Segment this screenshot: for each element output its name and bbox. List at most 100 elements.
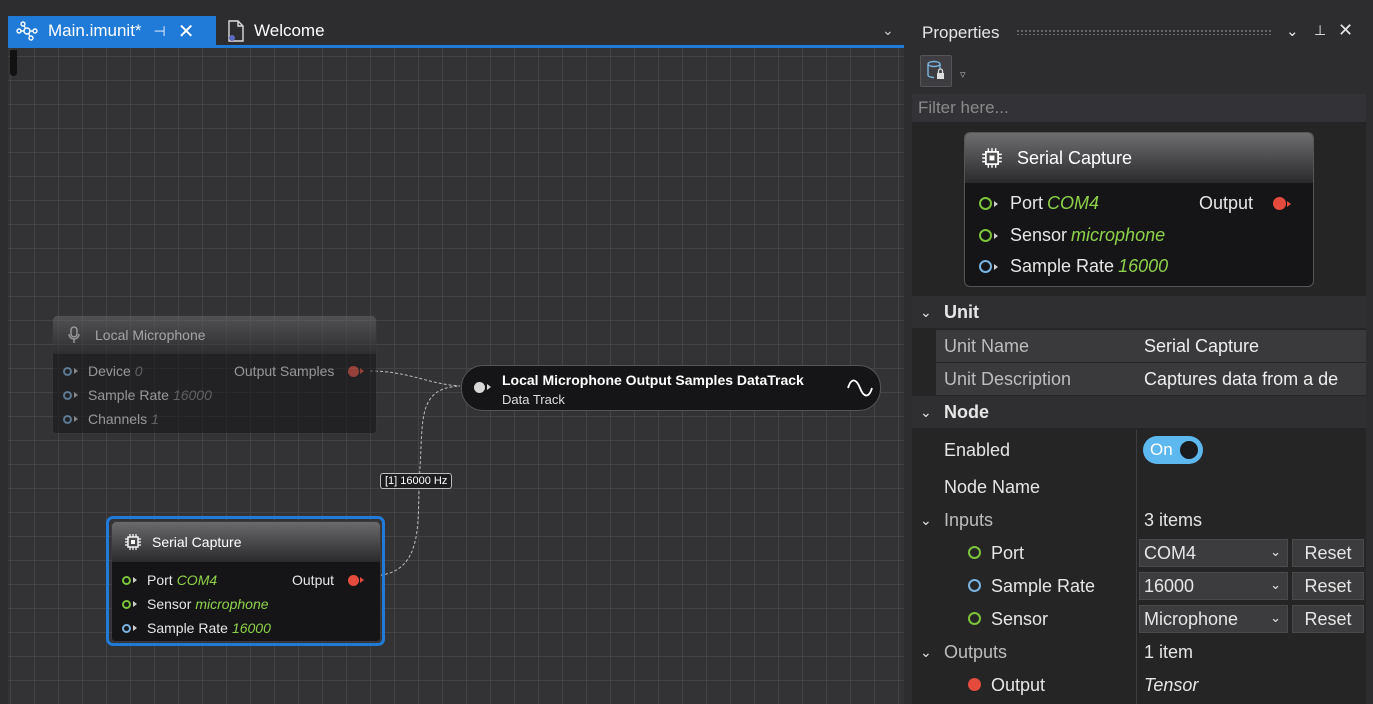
chevron-down-icon[interactable]: ⌄	[920, 296, 932, 328]
input-pin-icon	[63, 414, 72, 424]
preview-sensor: Sensor microphone	[979, 225, 1165, 246]
grid-divider	[1136, 430, 1137, 704]
input-pin-icon	[122, 599, 131, 609]
output-pin-icon	[968, 678, 981, 691]
datatrack-node[interactable]: Local Microphone Output Samples DataTrac…	[461, 365, 881, 411]
link-rate-label: [1] 16000 Hz	[380, 473, 453, 489]
port-label: Sample Rate	[1010, 256, 1115, 276]
prop-label: Node Name	[944, 476, 1041, 497]
wire-mic-to-datatrack	[369, 370, 461, 387]
port-reset-button[interactable]: Reset	[1292, 539, 1364, 567]
mic-port-channels: Channels 1	[63, 411, 159, 427]
input-name: Sensor	[991, 608, 1049, 629]
port-value: 16000	[1118, 256, 1169, 276]
output-pin-icon[interactable]	[348, 574, 360, 586]
preview-header: Serial Capture	[965, 133, 1313, 183]
tab-main-label: Main.imunit*	[48, 21, 142, 40]
sensor-reset-button[interactable]: Reset	[1292, 605, 1364, 633]
input-pin-icon	[63, 366, 72, 376]
toggle-knob	[1180, 441, 1198, 459]
close-panel-icon[interactable]: ✕	[1338, 20, 1353, 41]
port-label: Sample Rate	[147, 620, 228, 636]
dropdown-value: COM4	[1144, 542, 1197, 563]
datatrack-subtitle: Data Track	[502, 392, 565, 407]
sensor-dropdown[interactable]: Microphone ⌄	[1139, 605, 1288, 633]
local-microphone-title: Local Microphone	[95, 327, 206, 343]
pin-panel-icon[interactable]: ⊥	[1314, 22, 1326, 39]
pin-arrow-icon	[487, 384, 491, 390]
chevron-down-icon: ⌄	[1270, 577, 1281, 592]
port-value: 1	[151, 411, 159, 427]
waveform-icon	[846, 378, 874, 403]
microphone-icon	[67, 326, 91, 344]
port-dropdown[interactable]: COM4 ⌄	[1139, 539, 1288, 567]
properties-toolbar: ▿	[912, 52, 1366, 94]
input-pin-icon	[979, 197, 992, 210]
pin-tab-icon[interactable]: ⊣	[154, 23, 166, 40]
preview-title: Serial Capture	[1017, 147, 1133, 168]
input-row-sensor: Sensor Microphone ⌄ Reset	[912, 603, 1366, 635]
input-pin-icon	[968, 579, 981, 592]
output-row: Output Tensor	[912, 669, 1366, 701]
panel-grip[interactable]	[1016, 29, 1272, 35]
tab-overflow-chevron-icon[interactable]: ⌄	[882, 22, 894, 39]
chip-icon	[124, 533, 150, 551]
output-pin-icon[interactable]	[348, 365, 360, 377]
serial-capture-node[interactable]: Serial Capture Port COM4 Sensor micropho…	[111, 521, 381, 642]
section-unit-label: Unit	[944, 301, 979, 322]
chevron-down-icon[interactable]: ⌄	[920, 396, 932, 428]
local-microphone-node-header: Local Microphone	[53, 316, 376, 354]
section-unit[interactable]: ⌄ Unit	[912, 296, 1366, 328]
input-name: Port	[991, 542, 1025, 563]
toolbar-dropdown-icon[interactable]: ▿	[960, 68, 966, 81]
datatrack-title: Local Microphone Output Samples DataTrac…	[502, 372, 804, 388]
output-type: Tensor	[1144, 674, 1199, 695]
prop-inputs[interactable]: ⌄ Inputs 3 items	[912, 504, 1366, 536]
prop-value: 3 items	[1144, 509, 1203, 530]
tab-main-imunit[interactable]: Main.imunit* ⊣ ✕	[8, 16, 216, 46]
port-value: 16000	[172, 387, 212, 403]
serial-output[interactable]: Output	[292, 572, 365, 588]
output-name: Output	[991, 674, 1046, 695]
port-value: microphone	[1071, 225, 1166, 245]
input-pin-icon	[968, 612, 981, 625]
node-name-input[interactable]	[1137, 471, 1366, 503]
filter-input[interactable]: Filter here...	[912, 94, 1366, 122]
properties-title: Properties	[922, 23, 1000, 42]
port-value: 0	[134, 363, 143, 379]
chevron-down-icon[interactable]: ⌄	[920, 636, 932, 668]
tab-welcome[interactable]: Welcome	[226, 16, 386, 46]
datatrack-input-pin-icon[interactable]	[474, 382, 485, 393]
section-node-label: Node	[944, 401, 989, 422]
port-label: Sample Rate	[88, 387, 169, 403]
port-value: COM4	[1047, 193, 1100, 213]
dropdown-value: 16000	[1144, 575, 1195, 596]
input-pin-icon	[979, 260, 992, 273]
section-node[interactable]: ⌄ Node	[912, 396, 1366, 428]
filter-placeholder: Filter here...	[918, 98, 1009, 117]
serial-port-sensor: Sensor microphone	[122, 596, 269, 612]
prop-label: Outputs	[944, 641, 1008, 662]
input-pin-icon	[122, 623, 131, 633]
input-row-port: Port COM4 ⌄ Reset	[912, 537, 1366, 569]
port-label: Port	[147, 572, 173, 588]
preview-port: Port COM4	[979, 193, 1099, 214]
close-tab-icon[interactable]: ✕	[178, 19, 195, 44]
input-pin-icon	[63, 390, 72, 400]
sample-rate-reset-button[interactable]: Reset	[1292, 572, 1364, 600]
input-pin-icon	[122, 575, 131, 585]
chevron-down-icon[interactable]: ⌄	[920, 504, 932, 536]
enabled-toggle[interactable]: On	[1143, 436, 1203, 464]
prop-unit-description: Unit Description Captures data from a de	[912, 363, 1366, 395]
port-label: Port	[1010, 193, 1044, 213]
node-graph-canvas[interactable]: Local Microphone Device 0 Sample Rate 16…	[8, 48, 904, 704]
local-microphone-node[interactable]: Local Microphone Device 0 Sample Rate 16…	[52, 315, 377, 434]
prop-value: Serial Capture	[1137, 330, 1366, 362]
prop-label: Unit Description	[936, 363, 1143, 395]
mic-output-samples[interactable]: Output Samples	[234, 363, 365, 379]
output-label: Output Samples	[234, 363, 335, 379]
sample-rate-dropdown[interactable]: 16000 ⌄	[1139, 572, 1288, 600]
prop-outputs[interactable]: ⌄ Outputs 1 item	[912, 636, 1366, 668]
database-lock-icon[interactable]	[920, 55, 952, 87]
panel-menu-chevron-icon[interactable]: ⌄	[1286, 22, 1299, 40]
